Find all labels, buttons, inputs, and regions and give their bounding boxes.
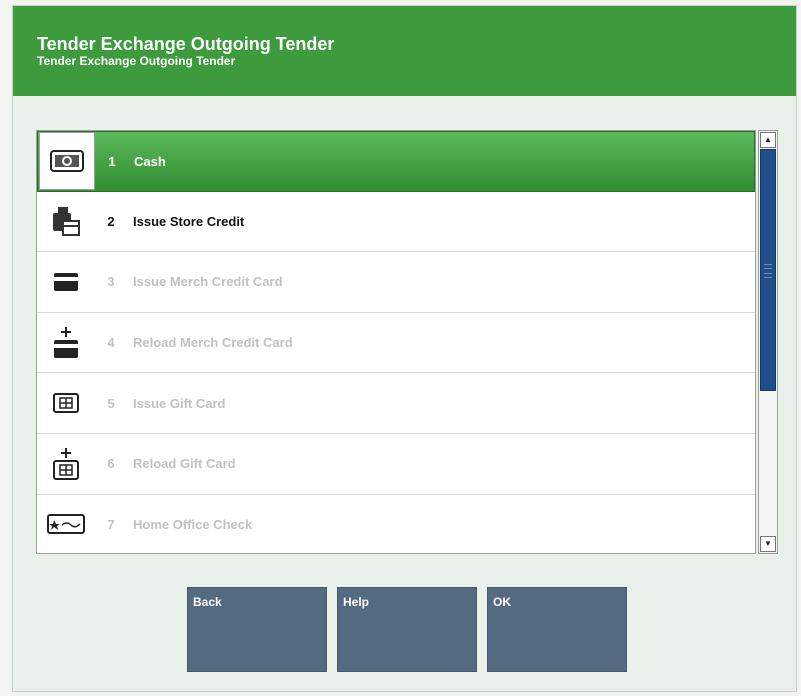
- list-scrollbar[interactable]: ▲ ▼: [758, 130, 778, 554]
- item-label: Reload Gift Card: [133, 456, 236, 472]
- list-item-reload-gift-card[interactable]: 6 Reload Gift Card: [37, 434, 755, 495]
- scroll-down-icon[interactable]: ▼: [760, 536, 776, 552]
- tender-list: 1 Cash 2 Issue Store Credit 3 Issue Merc…: [36, 130, 756, 554]
- list-item-issue-merch-credit-card[interactable]: 3 Issue Merch Credit Card: [37, 252, 755, 313]
- page-subtitle: Tender Exchange Outgoing Tender: [37, 54, 236, 68]
- item-number: 3: [107, 274, 115, 290]
- reload-credit-card-icon: [37, 313, 95, 373]
- scroll-up-icon[interactable]: ▲: [760, 132, 776, 148]
- item-number: 4: [107, 335, 115, 351]
- list-item-issue-store-credit[interactable]: 2 Issue Store Credit: [37, 192, 755, 253]
- reload-gift-card-icon: [37, 434, 95, 494]
- gift-card-icon: [37, 373, 95, 433]
- list-item-issue-gift-card[interactable]: 5 Issue Gift Card: [37, 373, 755, 434]
- item-number: 2: [107, 213, 115, 229]
- item-label: Home Office Check: [133, 516, 253, 532]
- item-label: Reload Merch Credit Card: [133, 335, 293, 351]
- dialog-frame: Tender Exchange Outgoing Tender Tender E…: [12, 5, 797, 692]
- help-button[interactable]: Help: [337, 587, 477, 672]
- list-item-reload-merch-credit-card[interactable]: 4 Reload Merch Credit Card: [37, 313, 755, 374]
- page-title: Tender Exchange Outgoing Tender: [37, 34, 335, 54]
- ok-button[interactable]: OK: [487, 587, 627, 672]
- store-credit-icon: [37, 192, 95, 252]
- item-label: Issue Merch Credit Card: [133, 274, 283, 290]
- item-number: 7: [107, 516, 115, 532]
- credit-card-icon: [37, 252, 95, 312]
- item-label: Cash: [134, 153, 166, 169]
- item-number: 6: [107, 456, 115, 472]
- item-label: Issue Store Credit: [133, 213, 245, 229]
- check-icon: [37, 495, 95, 553]
- item-number: 5: [107, 395, 115, 411]
- scroll-thumb[interactable]: [760, 149, 776, 391]
- header-bar: Tender Exchange Outgoing Tender Tender E…: [13, 6, 796, 96]
- back-button[interactable]: Back: [187, 587, 327, 672]
- list-item-cash[interactable]: 1 Cash: [37, 131, 755, 192]
- list-item-home-office-check[interactable]: 7 Home Office Check: [37, 495, 755, 553]
- item-number: 1: [108, 153, 116, 169]
- cash-icon: [39, 132, 95, 191]
- grip-icon: [764, 264, 772, 278]
- item-label: Issue Gift Card: [133, 395, 226, 411]
